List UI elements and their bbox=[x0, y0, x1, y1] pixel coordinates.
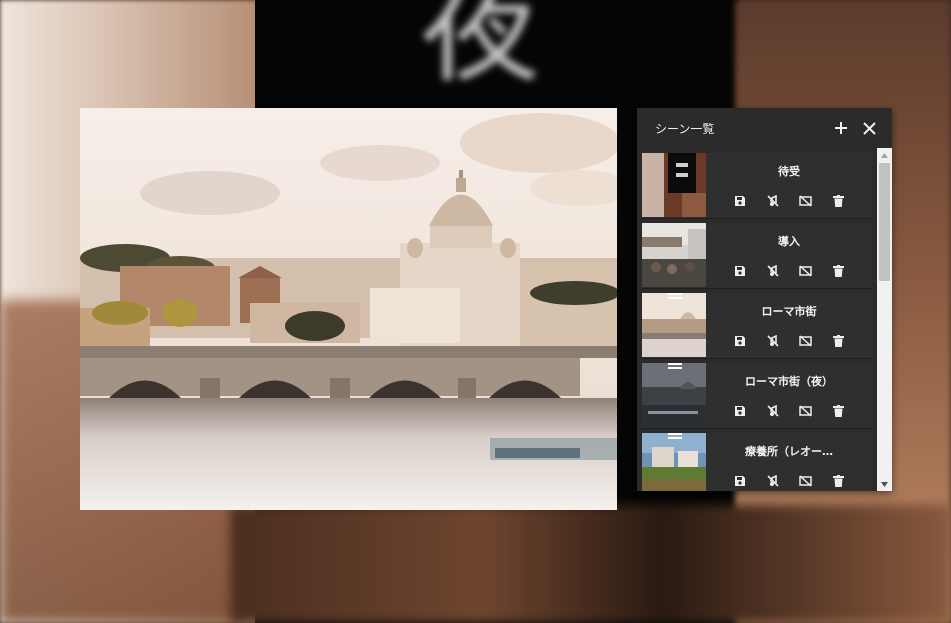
delete-button[interactable] bbox=[829, 191, 849, 211]
scene-name: 導入 bbox=[778, 235, 800, 248]
mute-icon bbox=[766, 405, 779, 417]
save-button[interactable] bbox=[730, 191, 750, 211]
hide-button[interactable] bbox=[796, 401, 816, 421]
mute-icon bbox=[766, 265, 779, 277]
save-icon bbox=[734, 336, 745, 346]
mute-button[interactable] bbox=[763, 191, 783, 211]
add-scene-button[interactable] bbox=[830, 117, 852, 139]
hide-button[interactable] bbox=[796, 191, 816, 211]
scene-thumbnail bbox=[642, 433, 706, 491]
scene-item[interactable]: 療養所（レオー… bbox=[642, 433, 872, 491]
save-button[interactable] bbox=[730, 261, 750, 281]
hide-icon bbox=[799, 265, 812, 277]
hide-icon bbox=[799, 405, 812, 417]
save-icon bbox=[734, 476, 745, 486]
hide-button[interactable] bbox=[796, 471, 816, 491]
chevron-up-icon bbox=[881, 152, 888, 158]
mute-icon bbox=[766, 195, 779, 207]
background-glyph: 夜 bbox=[420, 0, 540, 99]
scene-name: 療養所（レオー… bbox=[745, 445, 833, 458]
close-icon bbox=[862, 121, 876, 135]
save-icon bbox=[734, 266, 745, 276]
scene-thumbnail bbox=[642, 363, 706, 427]
save-icon bbox=[734, 406, 745, 416]
delete-button[interactable] bbox=[829, 401, 849, 421]
hide-icon bbox=[799, 475, 812, 487]
scene-item[interactable]: 導入 bbox=[642, 223, 872, 289]
save-button[interactable] bbox=[730, 331, 750, 351]
scene-name: ローマ市街（夜） bbox=[745, 375, 833, 388]
panel-header: シーン一覧 bbox=[637, 108, 892, 148]
hide-icon bbox=[799, 335, 812, 347]
mute-icon bbox=[766, 335, 779, 347]
panel-title: シーン一覧 bbox=[655, 121, 715, 136]
scene-preview-image bbox=[80, 108, 617, 510]
save-button[interactable] bbox=[730, 401, 750, 421]
hide-icon bbox=[799, 195, 812, 207]
scene-list: 待受 導入 ローマ市街 ローマ市街（夜） 療養所（レオー… bbox=[637, 148, 892, 491]
delete-button[interactable] bbox=[829, 261, 849, 281]
mute-icon bbox=[766, 475, 779, 487]
scroll-up-arrow[interactable] bbox=[877, 148, 892, 162]
scene-thumbnail bbox=[642, 293, 706, 357]
scene-item[interactable]: ローマ市街（夜） bbox=[642, 363, 872, 429]
chevron-down-icon bbox=[881, 481, 888, 487]
hide-button[interactable] bbox=[796, 261, 816, 281]
save-button[interactable] bbox=[730, 471, 750, 491]
scroll-down-arrow[interactable] bbox=[877, 477, 892, 491]
delete-button[interactable] bbox=[829, 331, 849, 351]
plus-icon bbox=[835, 122, 847, 134]
delete-icon bbox=[833, 265, 844, 277]
scene-item[interactable]: 待受 bbox=[642, 153, 872, 219]
mute-button[interactable] bbox=[763, 261, 783, 281]
delete-icon bbox=[833, 195, 844, 207]
scene-item[interactable]: ローマ市街 bbox=[642, 293, 872, 359]
mute-button[interactable] bbox=[763, 471, 783, 491]
scene-thumbnail bbox=[642, 153, 706, 217]
scrollbar-thumb[interactable] bbox=[879, 163, 890, 281]
delete-icon bbox=[833, 475, 844, 487]
scene-name: 待受 bbox=[778, 165, 800, 178]
hide-button[interactable] bbox=[796, 331, 816, 351]
scene-thumbnail bbox=[642, 223, 706, 287]
save-icon bbox=[734, 196, 745, 206]
delete-icon bbox=[833, 335, 844, 347]
mute-button[interactable] bbox=[763, 331, 783, 351]
scene-list-panel: シーン一覧 待受 導入 ローマ市街 ローマ市街（夜） 療養所（レオー… bbox=[637, 108, 892, 491]
close-panel-button[interactable] bbox=[858, 117, 880, 139]
scene-list-scrollbar[interactable] bbox=[877, 148, 892, 491]
scene-name: ローマ市街 bbox=[761, 305, 817, 318]
background-bottom bbox=[230, 505, 951, 623]
delete-button[interactable] bbox=[829, 471, 849, 491]
mute-button[interactable] bbox=[763, 401, 783, 421]
delete-icon bbox=[833, 405, 844, 417]
